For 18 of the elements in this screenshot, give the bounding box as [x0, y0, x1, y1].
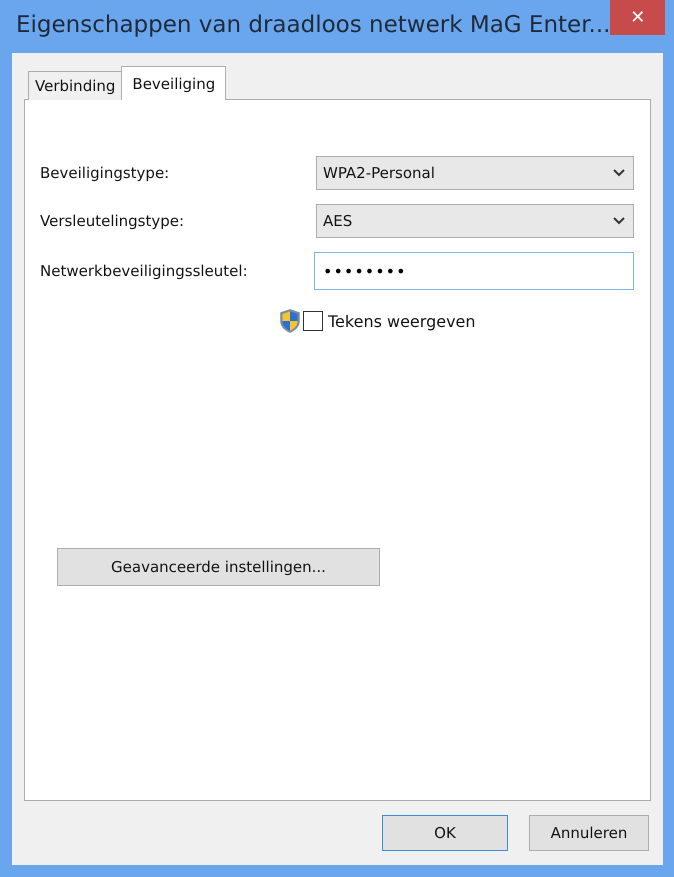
chevron-down-icon [613, 217, 625, 225]
field-label: Versleutelingstype: [40, 212, 184, 230]
dialog-button[interactable]: Annuleren [529, 815, 649, 851]
tab[interactable]: Beveiliging [121, 66, 226, 100]
dropdown[interactable]: WPA2-Personal [316, 156, 634, 190]
dialog-button[interactable]: OK [382, 815, 508, 851]
checkbox-label[interactable]: Tekens weergeven [328, 312, 476, 330]
chevron-down-icon [613, 169, 625, 177]
checkbox[interactable] [303, 311, 323, 331]
input-field[interactable]: •••••••• [314, 252, 634, 290]
field-label: Beveiligingstype: [40, 164, 170, 182]
dropdown[interactable]: AES [316, 204, 634, 238]
advanced-settings-button[interactable]: Geavanceerde instellingen... [57, 548, 380, 586]
close-button[interactable]: ✕ [610, 0, 665, 35]
field-label: Netwerkbeveiligingssleutel: [40, 262, 248, 280]
tab[interactable]: Verbinding [28, 71, 122, 100]
window-title: Eigenschappen van draadloos netwerk MaG Enter... [16, 12, 610, 38]
shield-icon [279, 308, 301, 334]
